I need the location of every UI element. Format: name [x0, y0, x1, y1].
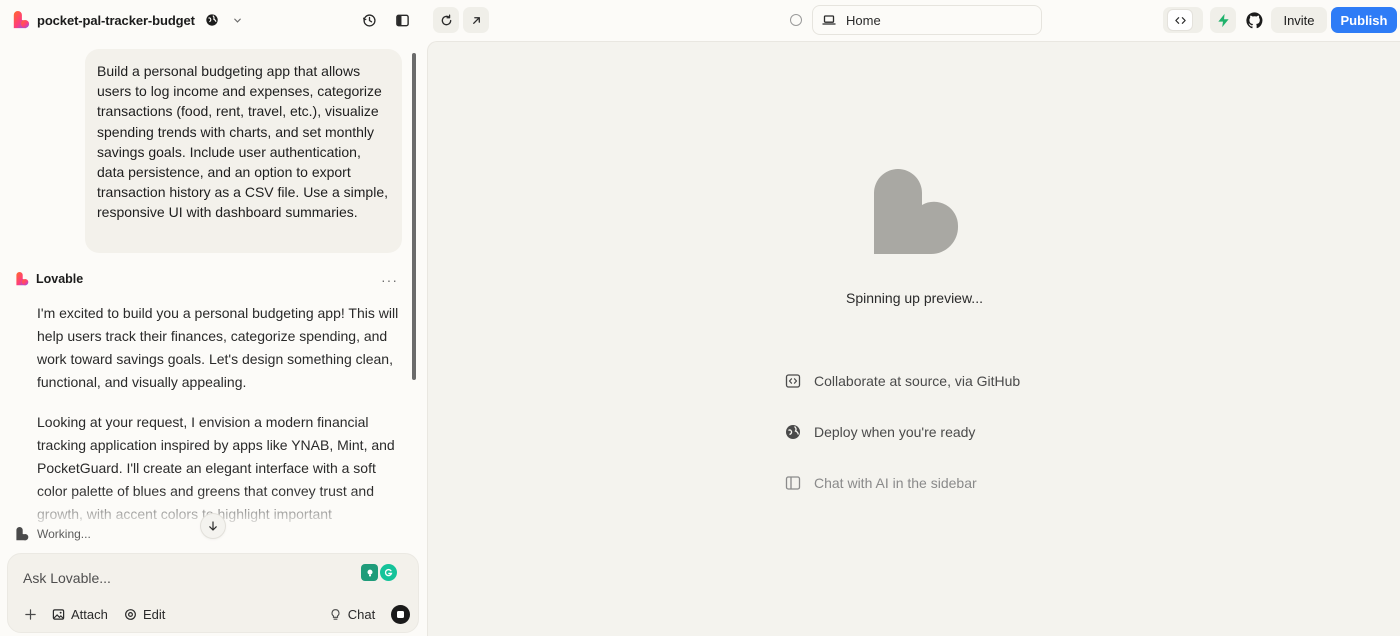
open-in-new-tab-button[interactable]	[463, 7, 489, 33]
code-icon	[1174, 16, 1186, 24]
preview-pane: Spinning up preview... Collaborate at so…	[427, 41, 1400, 636]
feature-deploy: Deploy when you're ready	[785, 424, 975, 440]
attach-button[interactable]: Attach	[52, 604, 108, 624]
sidebar-toggle-icon[interactable]	[391, 9, 413, 31]
working-indicator: Working...	[15, 527, 91, 541]
feature-github: Collaborate at source, via GitHub	[785, 373, 1020, 389]
route-label: Home	[846, 12, 881, 28]
github-icon	[1245, 11, 1262, 28]
arrow-down-icon	[209, 521, 217, 531]
edit-label: Edit	[143, 606, 166, 622]
browser-extension-icons	[361, 564, 397, 581]
grammarly-icon[interactable]	[380, 564, 397, 581]
chevron-down-icon[interactable]	[232, 15, 243, 26]
chat-mode-label: Chat	[347, 606, 376, 622]
assistant-header: Lovable	[15, 272, 83, 286]
image-icon	[52, 608, 65, 620]
feature-label: Chat with AI in the sidebar	[814, 475, 977, 491]
code-icon	[785, 374, 801, 388]
arrow-up-right-icon	[472, 16, 480, 24]
history-icon[interactable]	[358, 9, 380, 31]
chat-input-box[interactable]: Ask Lovable... Attach Edit Chat	[7, 553, 419, 633]
attach-label: Attach	[71, 606, 108, 622]
feature-label: Deploy when you're ready	[814, 424, 976, 440]
lovable-placeholder-heart-icon	[873, 168, 959, 254]
top-bar: pocket-pal-tracker-budget Home Invite Pu…	[0, 0, 1400, 40]
plus-icon[interactable]	[22, 606, 38, 622]
message-more-options-icon[interactable]: ···	[381, 272, 398, 288]
globe-icon	[205, 13, 219, 27]
invite-button[interactable]: Invite	[1271, 7, 1327, 33]
laptop-icon	[822, 15, 836, 25]
stop-icon	[397, 611, 404, 618]
feature-label: Collaborate at source, via GitHub	[814, 373, 1021, 389]
project-switcher[interactable]: pocket-pal-tracker-budget	[12, 8, 243, 32]
assistant-name: Lovable	[36, 272, 84, 286]
chat-scrollbar[interactable]	[411, 50, 417, 380]
chat-input[interactable]: Ask Lovable...	[23, 570, 111, 586]
globe-icon	[786, 425, 800, 439]
project-name: pocket-pal-tracker-budget	[37, 12, 195, 28]
lovable-logo-icon	[15, 272, 29, 286]
refresh-icon	[441, 14, 451, 25]
lightbulb-extension-icon[interactable]	[361, 564, 378, 581]
sidebar-icon	[785, 476, 801, 490]
preview-status-indicator	[790, 14, 802, 26]
feature-chat-sidebar: Chat with AI in the sidebar	[785, 475, 977, 491]
preview-status-text: Spinning up preview...	[846, 290, 983, 306]
stop-generation-button[interactable]	[391, 605, 410, 624]
github-button[interactable]	[1241, 7, 1267, 33]
chat-panel: Build a personal budgeting app that allo…	[0, 40, 420, 636]
chat-mode-button[interactable]: Chat	[322, 601, 382, 627]
chat-scrollbar-thumb[interactable]	[412, 53, 416, 380]
user-message: Build a personal budgeting app that allo…	[85, 49, 402, 253]
route-selector[interactable]: Home	[812, 5, 1042, 35]
lovable-logo-icon	[12, 11, 30, 29]
code-view-button[interactable]	[1168, 10, 1192, 30]
working-label: Working...	[37, 527, 91, 541]
working-heart-icon	[15, 527, 29, 541]
edit-button[interactable]: Edit	[124, 604, 165, 624]
assistant-paragraph: I'm excited to build you a personal budg…	[37, 305, 399, 390]
bolt-icon	[1217, 13, 1229, 27]
target-icon	[125, 608, 136, 620]
publish-button[interactable]: Publish	[1331, 7, 1397, 33]
scroll-to-bottom-button[interactable]	[201, 514, 225, 538]
lightbulb-icon	[331, 608, 340, 620]
code-view-toggle[interactable]	[1163, 7, 1203, 33]
supabase-button[interactable]	[1210, 7, 1236, 33]
refresh-preview-button[interactable]	[433, 7, 459, 33]
